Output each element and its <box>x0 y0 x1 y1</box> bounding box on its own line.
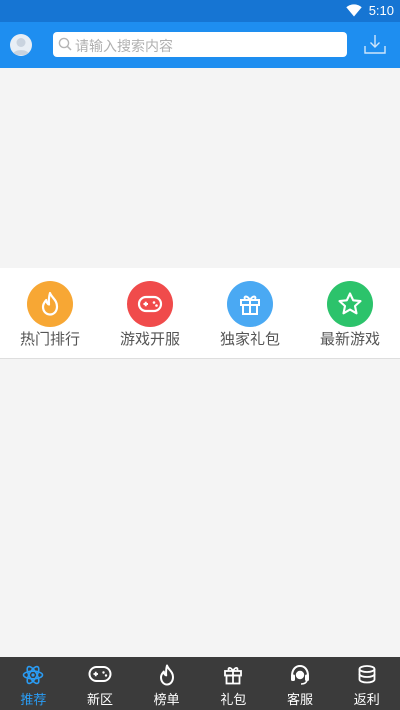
gamepad-icon <box>137 295 163 313</box>
quick-item-exclusive-gift[interactable]: 独家礼包 <box>200 268 300 358</box>
search-icon <box>58 37 72 51</box>
exclusive-gift-badge <box>227 281 273 327</box>
hot-ranking-badge <box>27 281 73 327</box>
wifi-icon <box>346 4 362 17</box>
flame-icon <box>159 664 174 686</box>
headset-icon <box>291 664 310 685</box>
flame-icon <box>41 291 59 316</box>
quick-item-label: 最新游戏 <box>319 331 380 348</box>
quick-item-label: 独家礼包 <box>219 331 280 348</box>
gift-icon <box>224 667 243 685</box>
tab-gift[interactable]: 礼包 <box>200 657 267 710</box>
search-placeholder: 请输入搜索内容 <box>75 38 173 54</box>
quick-item-label: 热门排行 <box>19 331 80 348</box>
bottom-tab-bar: 推荐 新区 榜单 礼包 客服 返利 <box>0 657 400 710</box>
quick-item-new-games[interactable]: 最新游戏 <box>300 268 400 358</box>
tab-label: 礼包 <box>220 692 247 707</box>
quick-item-label: 游戏开服 <box>119 331 180 348</box>
star-icon <box>338 292 362 315</box>
new-games-badge <box>327 281 373 327</box>
gamepad-icon <box>88 666 112 682</box>
tab-recommend[interactable]: 推荐 <box>0 657 67 710</box>
tab-label: 客服 <box>287 692 314 707</box>
tab-rebate[interactable]: 返利 <box>333 657 400 710</box>
server-open-badge <box>127 281 173 327</box>
tab-label: 返利 <box>353 692 380 707</box>
search-input[interactable]: 请输入搜索内容 <box>53 32 347 57</box>
tab-label: 新区 <box>87 692 114 707</box>
avatar[interactable] <box>10 34 32 56</box>
status-bar: 5:10 <box>0 0 400 22</box>
quick-item-server-open[interactable]: 游戏开服 <box>100 268 200 358</box>
tab-label: 推荐 <box>20 692 47 707</box>
coins-icon <box>358 665 376 684</box>
tab-customer-service[interactable]: 客服 <box>267 657 334 710</box>
download-icon[interactable] <box>364 34 386 54</box>
quick-menu: 热门排行 游戏开服 独家礼包 最新游戏 <box>0 268 400 359</box>
user-icon <box>12 38 30 55</box>
tab-ranking[interactable]: 榜单 <box>133 657 200 710</box>
quick-item-hot-ranking[interactable]: 热门排行 <box>0 268 100 358</box>
tab-new-server[interactable]: 新区 <box>67 657 134 710</box>
banner-area <box>0 68 400 268</box>
content-area <box>0 359 400 657</box>
atom-icon <box>23 665 44 685</box>
app-header: 请输入搜索内容 <box>0 22 400 68</box>
tab-label: 榜单 <box>153 692 180 707</box>
gift-icon <box>240 295 260 315</box>
status-time: 5:10 <box>368 3 394 18</box>
